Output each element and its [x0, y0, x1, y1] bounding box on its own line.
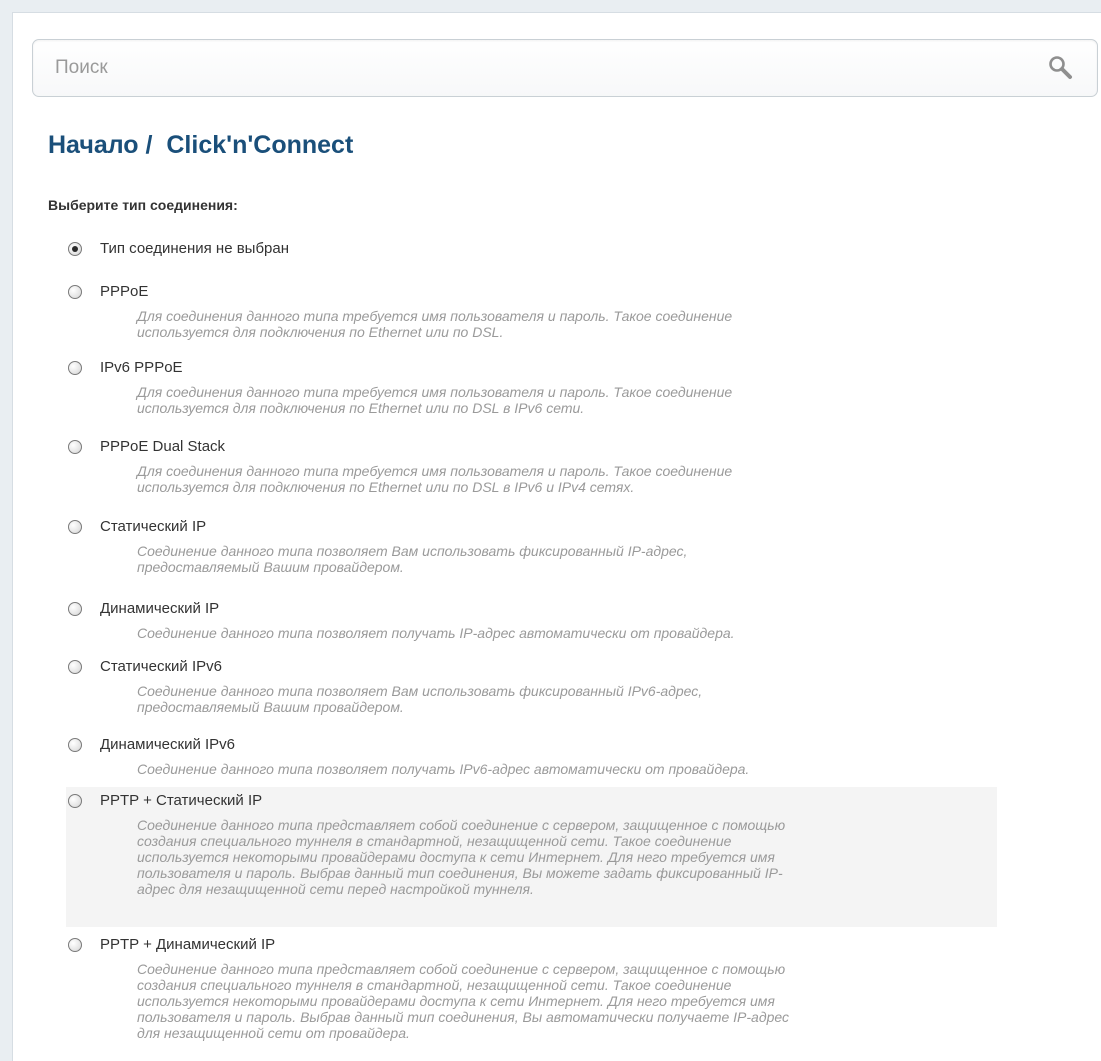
connection-option-radio[interactable]	[68, 361, 82, 375]
connection-option[interactable]: Динамический IPv6 Соединение данного типа…	[66, 731, 997, 783]
connection-option-radio[interactable]	[68, 794, 82, 808]
search-input[interactable]	[55, 54, 1015, 82]
description-line: используется для подключения по Ethernet…	[137, 324, 504, 340]
description-line: Для соединения данного типа требуется им…	[137, 463, 733, 479]
description-line: создания специального туннеля в стандарт…	[137, 977, 732, 993]
description-line: для незащищенной сети от провайдера.	[137, 1025, 410, 1041]
connection-option-description: Для соединения данного типа требуется им…	[137, 463, 907, 495]
connection-option-label[interactable]: PPTP + Динамический IP	[100, 936, 275, 953]
connection-option-radio[interactable]	[68, 602, 82, 616]
description-line: Соединение данного типа представляет соб…	[137, 961, 786, 977]
description-line: используется некоторыми провайдерами дос…	[137, 993, 775, 1009]
content-panel: Начало / Click'n'Connect Выберите тип со…	[12, 12, 1101, 1061]
description-line: используется некоторыми провайдерами дос…	[137, 849, 775, 865]
description-line: используется для подключения по Ethernet…	[137, 479, 635, 495]
connection-option-label[interactable]: Статический IP	[100, 518, 206, 535]
description-line: Для соединения данного типа требуется им…	[137, 308, 733, 324]
connection-option-label[interactable]: Статический IPv6	[100, 658, 222, 675]
connection-option-description: Соединение данного типа позволяет получа…	[137, 761, 907, 777]
connection-option-label[interactable]: Динамический IP	[100, 600, 219, 617]
connection-option-description: Для соединения данного типа требуется им…	[137, 384, 907, 416]
connection-option-label[interactable]: PPPoE Dual Stack	[100, 438, 225, 455]
description-line: Соединение данного типа позволяет Вам ис…	[137, 543, 688, 559]
connection-option-description: Соединение данного типа позволяет Вам ис…	[137, 543, 907, 575]
description-line: пользователя и пароль. Выбрав данный тип…	[137, 1009, 789, 1025]
search-box[interactable]	[32, 39, 1098, 97]
connection-option[interactable]: PPPoE Для соединения данного типа требует…	[66, 278, 997, 346]
breadcrumb-home[interactable]: Начало	[48, 131, 139, 159]
connection-option-label[interactable]: PPPoE	[100, 283, 148, 300]
connection-option-radio[interactable]	[68, 440, 82, 454]
connection-option[interactable]: Динамический IP Соединение данного типа п…	[66, 595, 997, 647]
description-line: создания специального туннеля в стандарт…	[137, 833, 732, 849]
connection-option[interactable]: PPTP + Динамический IP Соединение данного…	[66, 931, 997, 1047]
connection-option-description: Соединение данного типа позволяет Вам ис…	[137, 683, 907, 715]
connection-option-description: Соединение данного типа позволяет получа…	[137, 625, 907, 641]
connection-option-label[interactable]: PPTP + Статический IP	[100, 792, 262, 809]
connection-option-label[interactable]: Динамический IPv6	[100, 736, 235, 753]
connection-option-radio[interactable]	[68, 520, 82, 534]
connection-option-label[interactable]: IPv6 PPPoE	[100, 359, 183, 376]
search-icon[interactable]	[1047, 54, 1075, 82]
connection-option-radio[interactable]	[68, 242, 82, 256]
connection-option-description: Соединение данного типа представляет соб…	[137, 961, 907, 1041]
connection-option[interactable]: PPPoE Dual Stack Для соединения данного т…	[66, 433, 997, 501]
breadcrumb-separator: /	[138, 131, 167, 159]
description-line: Для соединения данного типа требуется им…	[137, 384, 733, 400]
connection-option-description: Для соединения данного типа требуется им…	[137, 308, 907, 340]
description-line: Соединение данного типа позволяет Вам ис…	[137, 683, 703, 699]
page-title: Click'n'Connect	[166, 131, 354, 159]
connection-option-radio[interactable]	[68, 285, 82, 299]
description-line: пользователя и пароль. Выбрав данный тип…	[137, 865, 783, 881]
description-line: предоставляемый Вашим провайдером.	[137, 559, 404, 575]
connection-type-prompt: Выберите тип соединения:	[48, 197, 238, 213]
connection-option-description: Соединение данного типа представляет соб…	[137, 817, 907, 897]
description-line: Соединение данного типа позволяет получа…	[137, 761, 750, 777]
description-line: используется для подключения по Ethernet…	[137, 400, 585, 416]
connection-option-label[interactable]: Тип соединения не выбран	[100, 240, 289, 257]
connection-option[interactable]: Статический IP Соединение данного типа по…	[66, 513, 997, 581]
connection-option[interactable]: PPTP + Статический IP Соединение данного …	[66, 787, 997, 927]
connection-option[interactable]: Статический IPv6 Соединение данного типа …	[66, 653, 997, 721]
description-line: Соединение данного типа представляет соб…	[137, 817, 786, 833]
breadcrumb: Начало / Click'n'Connect	[48, 131, 353, 160]
connection-option[interactable]: Тип соединения не выбран	[66, 235, 997, 265]
description-line: адрес для незащищенной сети перед настро…	[137, 881, 534, 897]
connection-option[interactable]: IPv6 PPPoE Для соединения данного типа тр…	[66, 354, 997, 422]
connection-option-radio[interactable]	[68, 660, 82, 674]
description-line: предоставляемый Вашим провайдером.	[137, 699, 404, 715]
connection-option-radio[interactable]	[68, 738, 82, 752]
connection-option-radio[interactable]	[68, 938, 82, 952]
description-line: Соединение данного типа позволяет получа…	[137, 625, 735, 641]
